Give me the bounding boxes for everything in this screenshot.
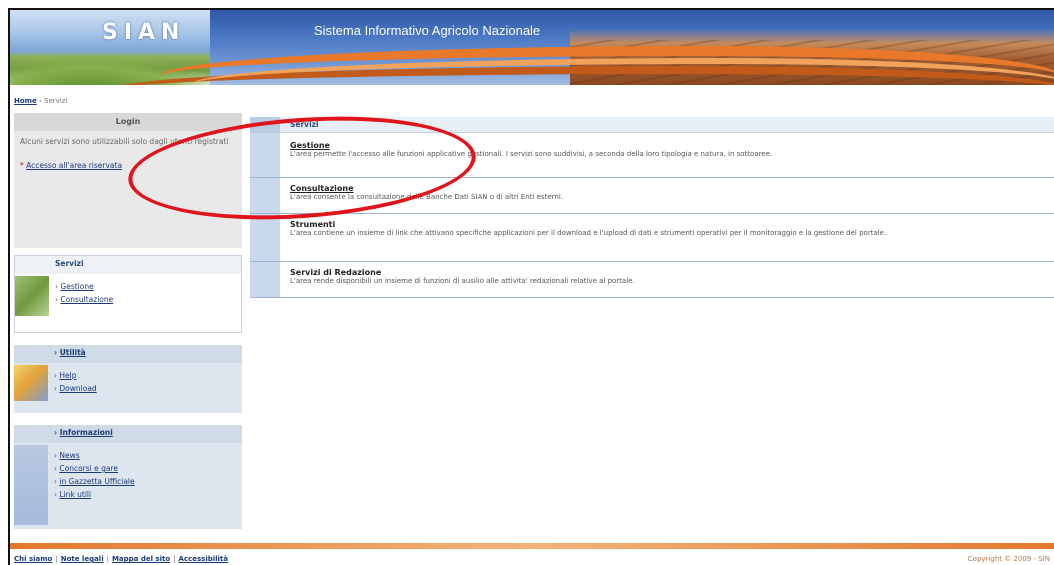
- sidebar-item-help[interactable]: Help: [59, 371, 76, 380]
- reserved-area-link[interactable]: Accesso all'area riservata: [26, 161, 122, 170]
- footer-divider: [10, 543, 1054, 549]
- sidebar-item-link-utili[interactable]: Link utili: [59, 490, 91, 499]
- browser-page: SIAN Sistema Informativo Agricolo Nazion…: [8, 8, 1054, 565]
- sidebar-item-consultazione[interactable]: Consultazione: [60, 295, 113, 304]
- service-tab: [250, 214, 280, 261]
- breadcrumb-home-link[interactable]: Home: [14, 97, 37, 105]
- sidebar-panel-title: › Utilità: [14, 345, 242, 363]
- service-description: L'area rende disponibili un insieme di f…: [290, 277, 635, 285]
- service-item[interactable]: Strumenti L'area contiene un insieme di …: [250, 214, 1054, 262]
- service-description: L'area contiene un insieme di link che a…: [290, 229, 887, 237]
- breadcrumb-current: Servizi: [44, 97, 68, 105]
- sidebar-item-download[interactable]: Download: [59, 384, 96, 393]
- services-thumbnail-icon: [15, 276, 49, 316]
- footer-link-mappa[interactable]: Mappa del sito: [112, 555, 170, 563]
- service-title[interactable]: Servizi di Redazione: [290, 268, 1049, 277]
- service-item[interactable]: Servizi di Redazione L'area rende dispon…: [250, 262, 1054, 298]
- sidebar-panel-servizi: Servizi › Gestione › Consultazione: [14, 255, 242, 333]
- site-logo[interactable]: SIAN: [102, 20, 185, 45]
- sidebar-item-gazzetta[interactable]: in Gazzetta Ufficiale: [59, 477, 134, 486]
- footer-link-chi-siamo[interactable]: Chi siamo: [14, 555, 52, 563]
- footer-link-note-legali[interactable]: Note legali: [61, 555, 104, 563]
- sidebar-panel-title: › Informazioni: [14, 425, 242, 443]
- bullet-icon: *: [20, 161, 24, 170]
- utilita-link[interactable]: Utilità: [60, 348, 86, 357]
- footer-links: Chi siamo | Note legali | Mappa del sito | Acc…: [14, 555, 228, 563]
- sidebar-panel-title: Servizi: [15, 256, 241, 274]
- sidebar-panel-utilita: › Utilità › Help › Download: [14, 345, 242, 413]
- sidebar-item-news[interactable]: News: [59, 451, 79, 460]
- site-header: SIAN Sistema Informativo Agricolo Nazion…: [10, 10, 1054, 85]
- site-subtitle: Sistema Informativo Agricolo Nazionale: [314, 23, 541, 38]
- login-title: Login: [14, 113, 242, 131]
- footer-link-accessibilita[interactable]: Accessibilità: [179, 555, 228, 563]
- sidebar-item-gestione[interactable]: Gestione: [60, 282, 93, 291]
- sidebar-panel-informazioni: › Informazioni › News › Concorsi e gare …: [14, 425, 242, 529]
- service-title[interactable]: Strumenti: [290, 220, 1049, 229]
- breadcrumb-separator: ›: [38, 97, 42, 105]
- sidebar-item-concorsi[interactable]: Concorsi e gare: [59, 464, 118, 473]
- copyright-text: Copyright © 2009 - SIN: [967, 555, 1050, 563]
- info-thumbnail-icon: [14, 445, 48, 525]
- informazioni-link[interactable]: Informazioni: [60, 428, 113, 437]
- tools-thumbnail-icon: [14, 365, 48, 401]
- breadcrumb: Home › Servizi: [14, 97, 67, 105]
- service-tab: [250, 262, 280, 297]
